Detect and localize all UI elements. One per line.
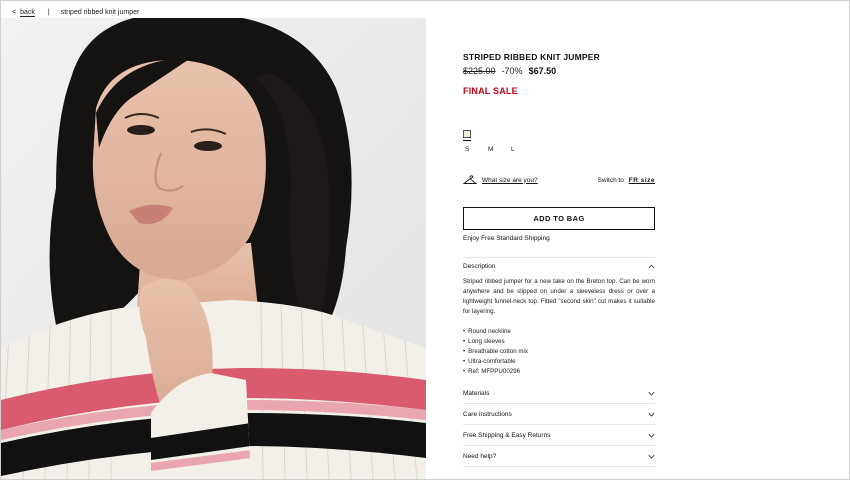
size-guide-link[interactable]: What size are you? [463,175,538,185]
size-unit-switch[interactable]: Switch to FR size [598,177,655,184]
chevron-down-icon [648,454,655,459]
back-label: back [20,8,35,16]
accordion-shipping-returns[interactable]: Free Shipping & Easy Returns [463,425,655,446]
color-swatch-group [463,130,655,144]
switch-unit-link: FR size [628,176,655,184]
size-option-m[interactable]: M [486,146,509,158]
description-toggle[interactable]: Description [463,257,655,275]
back-link[interactable]: < back [12,9,35,16]
original-price: $225.00 [463,66,496,76]
switch-to-label: Switch to [597,176,624,184]
chevron-down-icon [648,433,655,438]
add-to-bag-button[interactable]: ADD TO BAG [463,207,655,230]
product-details-accordion: Description Striped ribbed jumper for a … [463,257,655,467]
size-option-s[interactable]: S [463,146,486,158]
size-guide-label: What size are you? [482,176,538,184]
discount-badge: -70% [501,66,523,76]
bullet-item: Ultra-comfortable [463,357,655,367]
size-option-l[interactable]: L [509,146,532,158]
sale-price: $67.50 [528,66,557,76]
product-title: STRIPED RIBBED KNIT JUMPER [463,52,600,62]
description-heading: Description [463,263,496,270]
bullet-item: Long sleeves [463,337,655,347]
chevron-down-icon [648,412,655,417]
bullet-item: Breathable cotton mix [463,347,655,357]
shipping-note: Enjoy Free Standard Shipping [463,235,550,242]
product-photo [1,18,426,479]
accordion-label: Need help? [463,452,497,460]
breadcrumb-current: striped ribbed knit jumper [60,8,140,16]
accordion-label: Free Shipping & Easy Returns [463,431,551,439]
bullet-item: Ref: MFPPU00296 [463,367,655,377]
product-photo-illustration [1,18,426,479]
accordion-care-instructions[interactable]: Care instructions [463,404,655,425]
final-sale-label: FINAL SALE [463,86,518,96]
description-bullets: Round neckline Long sleeves Breathable c… [463,327,655,377]
swatch-selected-indicator [463,140,471,141]
accordion-need-help[interactable]: Need help? [463,446,655,467]
price-row: $225.00 -70% $67.50 [463,66,655,80]
chevron-down-icon [648,391,655,396]
chevron-up-icon [648,264,655,269]
description-body: Striped ribbed jumper for a new take on … [463,278,655,315]
color-swatch[interactable] [463,130,471,138]
size-guide-row: What size are you? Switch to FR size [463,173,655,187]
bullet-item: Round neckline [463,327,655,337]
breadcrumb: < back | striped ribbed knit jumper [12,5,139,19]
accordion-materials[interactable]: Materials [463,383,655,404]
breadcrumb-separator: | [47,8,50,16]
chevron-left-icon: < [12,8,17,16]
hanger-icon [463,175,477,184]
accordion-label: Care instructions [463,410,512,418]
accordion-label: Materials [463,389,490,397]
product-info-panel: STRIPED RIBBED KNIT JUMPER $225.00 -70% … [463,50,655,467]
size-selector: S M L [463,146,655,158]
